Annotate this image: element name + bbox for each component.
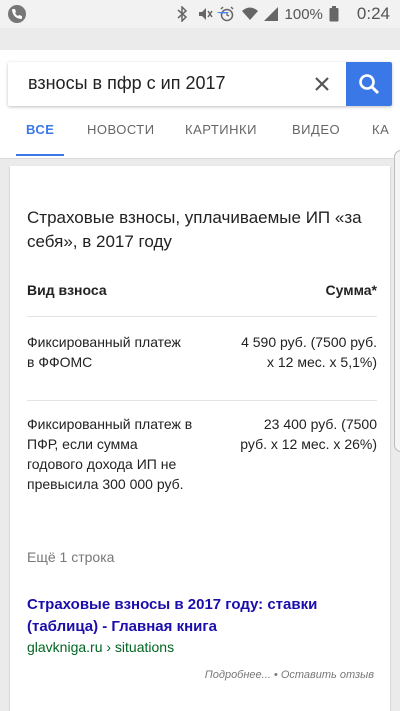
table-row: Фиксированный платеж в ПФР, если сумма г… <box>27 414 377 524</box>
search-icon <box>359 74 380 95</box>
result-link[interactable]: Страховые взносы в 2017 году: ставки (та… <box>27 594 377 638</box>
column-header-amount: Сумма* <box>325 282 377 298</box>
clear-icon[interactable] <box>308 70 336 98</box>
featured-snippet-card: Страховые взносы, уплачиваемые ИП «за се… <box>10 166 390 711</box>
more-info-link[interactable]: Подробнее... <box>205 669 271 681</box>
more-rows-link[interactable]: Ещё 1 строка <box>27 549 114 565</box>
table-row: Фиксированный платеж в ФФОМС 4 590 руб. … <box>27 332 377 392</box>
column-header-type: Вид взноса <box>27 282 107 298</box>
google-logo[interactable]: Google <box>0 12 400 34</box>
table-header: Вид взноса Сумма* <box>27 282 377 312</box>
tab-more-partial[interactable]: КА <box>372 118 389 154</box>
feedback-link[interactable]: Оставить отзыв <box>281 669 374 681</box>
divider <box>27 316 377 317</box>
divider <box>27 400 377 401</box>
scroll-handle[interactable] <box>394 150 400 452</box>
footer-separator: • <box>270 669 281 681</box>
search-button[interactable] <box>346 62 392 106</box>
tab-video[interactable]: ВИДЕО <box>292 118 340 154</box>
google-logo-text: Google <box>134 12 266 32</box>
search-header: взносы в пфр с ип 2017 ВСЕ НОВОСТИ КАРТИ… <box>0 50 400 159</box>
result-url[interactable]: glavkniga.ru › situations <box>27 639 174 655</box>
row-type: Фиксированный платеж в ФФОМС <box>27 334 181 370</box>
search-tabs: ВСЕ НОВОСТИ КАРТИНКИ ВИДЕО КА <box>0 118 400 156</box>
search-box[interactable]: взносы в пфр с ип 2017 <box>8 62 392 106</box>
tab-images[interactable]: КАРТИНКИ <box>185 118 257 154</box>
row-type: Фиксированный платеж в ПФР, если сумма г… <box>27 416 193 492</box>
search-input[interactable]: взносы в пфр с ип 2017 <box>28 73 225 94</box>
row-amount: 4 590 руб. (7500 руб. х 12 мес. х 5,1%) <box>241 334 377 370</box>
snippet-title: Страховые взносы, уплачиваемые ИП «за се… <box>27 208 362 251</box>
tab-news[interactable]: НОВОСТИ <box>87 118 155 154</box>
row-amount: 23 400 руб. (7500 руб. х 12 мес. х 26%) <box>240 416 377 452</box>
tab-all[interactable]: ВСЕ <box>16 118 65 156</box>
snippet-footer: Подробнее... • Оставить отзыв <box>205 669 374 681</box>
